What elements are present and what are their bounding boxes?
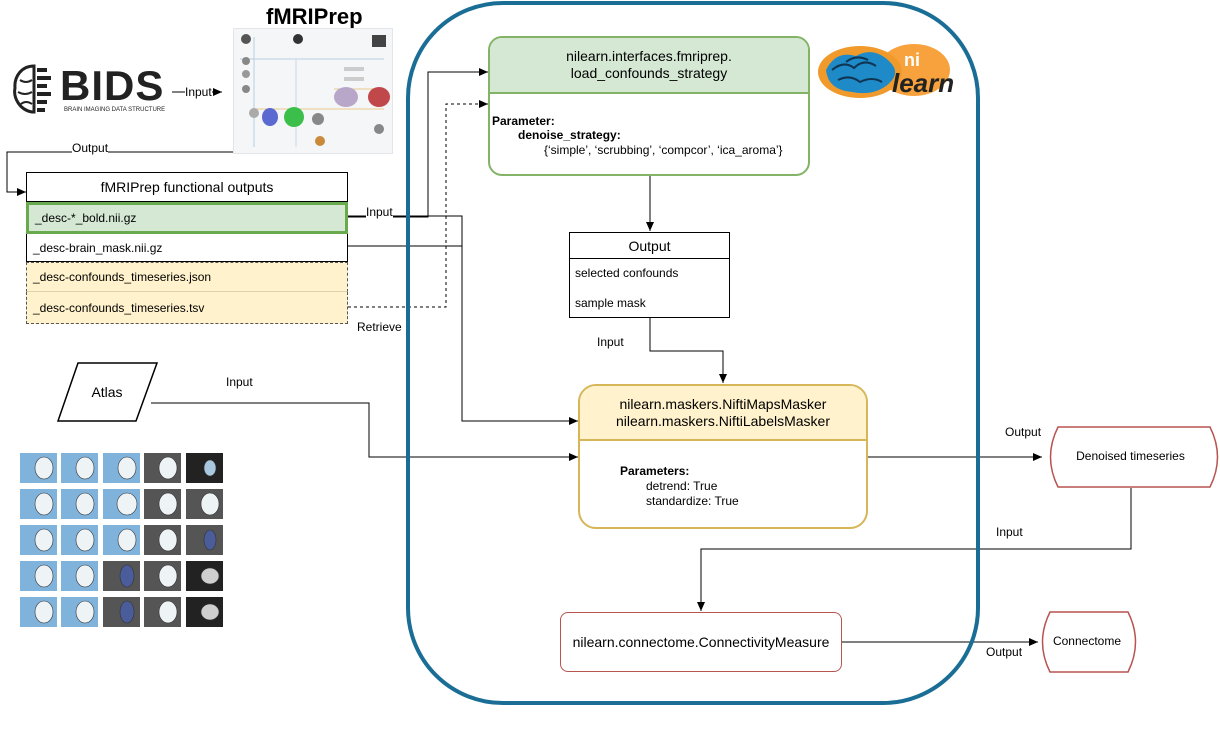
edge-label-bids-input: Input bbox=[185, 85, 212, 99]
nilearn-logo: ni learn bbox=[816, 40, 964, 102]
edge-label-retrieve: Retrieve bbox=[357, 320, 402, 334]
load-confounds-box: nilearn.interfaces.fmriprep. load_confou… bbox=[488, 36, 810, 176]
connectivity-measure-box: nilearn.connectome.ConnectivityMeasure bbox=[560, 612, 842, 672]
load-confounds-title-line1: nilearn.interfaces.fmriprep. bbox=[566, 48, 732, 64]
bids-brain-icon bbox=[13, 64, 51, 114]
bids-logo-subtitle: BRAIN IMAGING DATA STRUCTURE bbox=[64, 107, 166, 113]
bids-logo: BIDS BRAIN IMAGING DATA STRUCTURE bbox=[12, 62, 172, 118]
row-brain-mask: _desc-brain_mask.nii.gz bbox=[26, 234, 348, 262]
edge-label-atlas-input: Input bbox=[226, 375, 253, 389]
edge-label-bold-input: Input bbox=[366, 205, 393, 219]
load-confounds-param-name: denoise_strategy: bbox=[518, 128, 621, 142]
load-confounds-param-values: {‘simple’, ‘scrubbing’, ‘compcor’, ‘ica_… bbox=[544, 143, 783, 157]
edge-label-fmriprep-output: Output bbox=[72, 141, 109, 155]
fmriprep-workflow-figure bbox=[233, 28, 393, 154]
confounds-output-title: Output bbox=[570, 233, 729, 259]
edge-label-masker-output: Output bbox=[1005, 425, 1042, 439]
bids-logo-text: BIDS bbox=[60, 62, 165, 109]
masker-param-standardize: standardize: True bbox=[646, 494, 739, 508]
nilearn-logo-learn: learn bbox=[892, 68, 955, 98]
denoised-timeseries-label: Denoised timeseries bbox=[1076, 449, 1185, 463]
edge-label-output-input: Input bbox=[597, 335, 624, 349]
output-sample-mask: sample mask bbox=[575, 296, 646, 310]
edge-output-masker bbox=[649, 318, 727, 383]
output-selected-confounds: selected confounds bbox=[575, 266, 679, 280]
workflow-figure-art bbox=[240, 34, 390, 147]
pipeline-diagram: fMRIPrep BIDS BRAIN IMAGING DATA STRUCTU… bbox=[0, 0, 1220, 749]
fmriprep-title: fMRIPrep bbox=[266, 4, 363, 29]
load-confounds-title-line2: load_confounds_strategy bbox=[570, 65, 728, 81]
masker-param-heading: Parameters: bbox=[620, 464, 690, 478]
edge-label-connectome-output: Output bbox=[986, 645, 1023, 659]
row-confounds-tsv: _desc-confounds_timeseries.tsv bbox=[26, 292, 348, 324]
row-bold: _desc-*_bold.nii.gz bbox=[26, 202, 348, 234]
row-confounds-json: _desc-confounds_timeseries.json bbox=[26, 262, 348, 292]
atlas-thumbnail-brains bbox=[34, 456, 220, 624]
connectome-label: Connectome bbox=[1052, 634, 1122, 648]
masker-title-line2: nilearn.maskers.NiftiLabelsMasker bbox=[616, 412, 830, 429]
edge-label-denoised-input: Input bbox=[996, 525, 1023, 539]
fmriprep-outputs-table: fMRIPrep functional outputs _desc-*_bold… bbox=[26, 172, 348, 324]
edge-bold-masker bbox=[348, 215, 578, 425]
outputs-table-title: fMRIPrep functional outputs bbox=[26, 172, 348, 202]
masker-box: nilearn.maskers.NiftiMapsMasker nilearn.… bbox=[578, 384, 868, 529]
confounds-output-box: Output selected confounds sample mask bbox=[569, 232, 730, 318]
atlas-thumbnail-grid bbox=[20, 453, 224, 631]
edge-atlas-masker bbox=[151, 402, 578, 461]
masker-param-detrend: detrend: True bbox=[646, 479, 718, 493]
load-confounds-param-heading: Parameter: bbox=[492, 114, 555, 128]
atlas-label: Atlas bbox=[91, 384, 123, 400]
masker-title-line1: nilearn.maskers.NiftiMapsMasker bbox=[619, 395, 827, 412]
load-confounds-header: nilearn.interfaces.fmriprep. load_confou… bbox=[490, 38, 808, 94]
masker-header: nilearn.maskers.NiftiMapsMasker nilearn.… bbox=[580, 386, 866, 441]
